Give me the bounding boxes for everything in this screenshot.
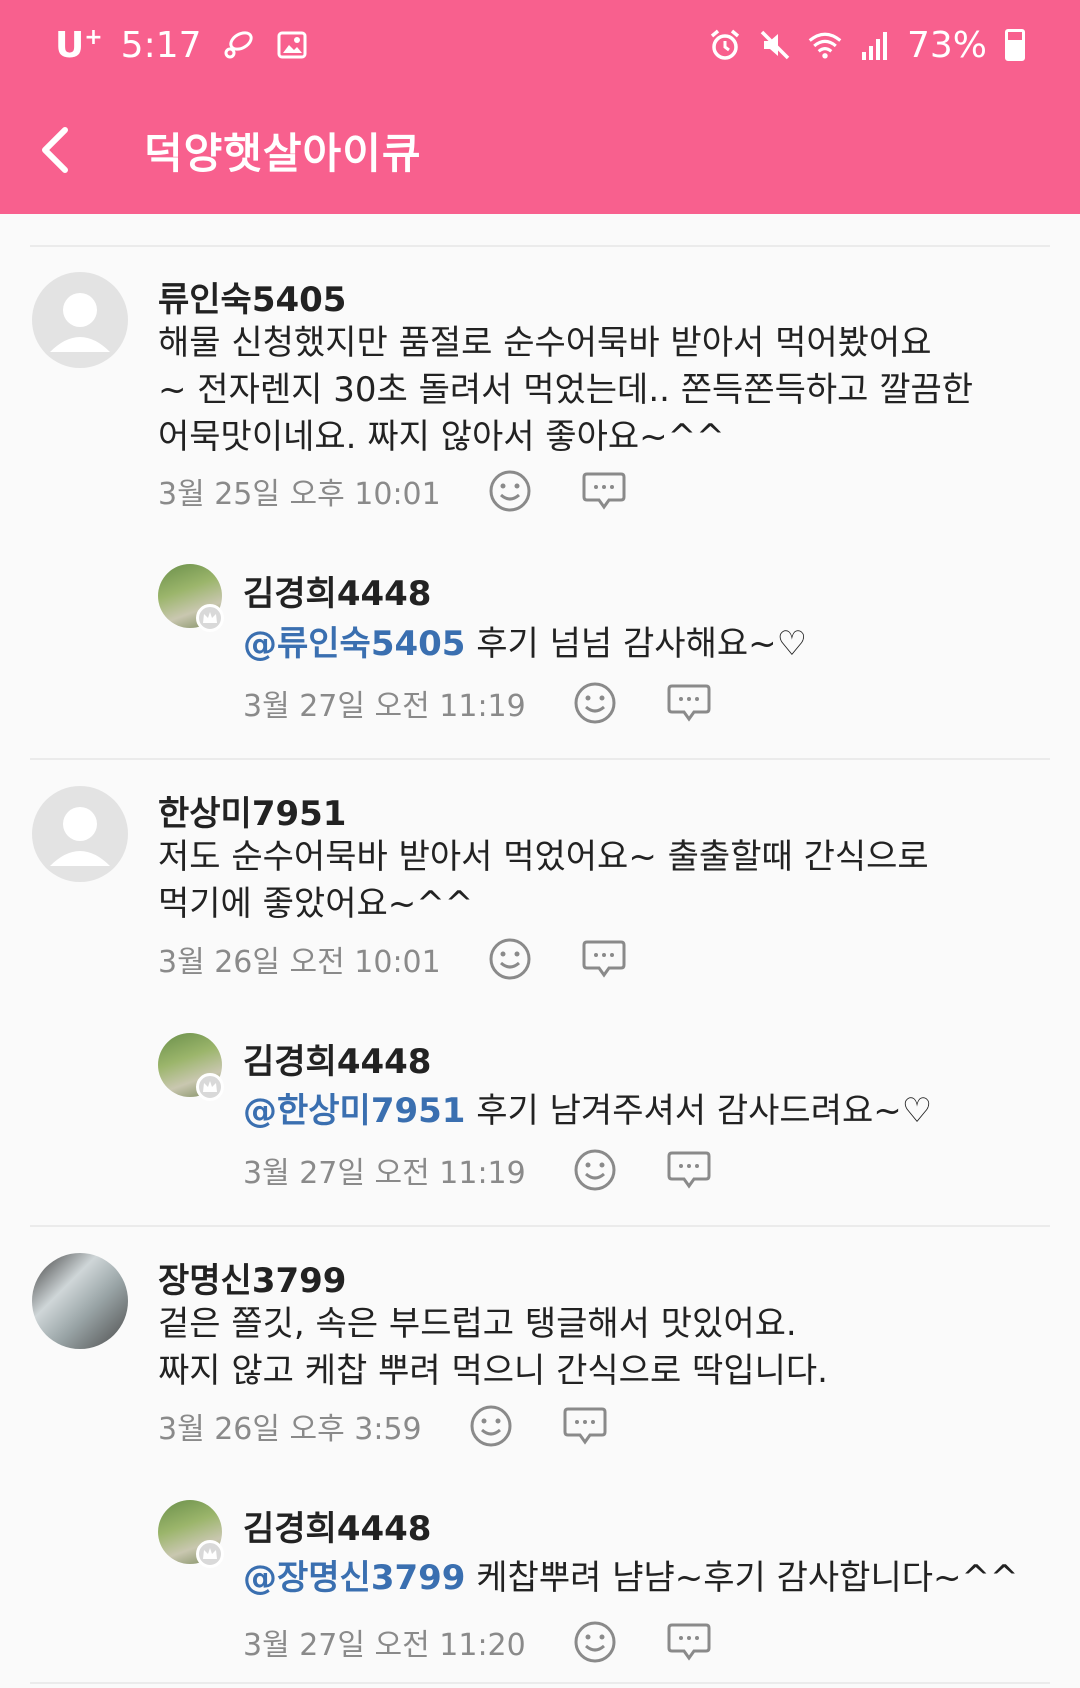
comment-body: 해물 신청했지만 품절로 순수어묵바 받아서 먹어봤어요 ~ 전자렌지 30초 … [158, 323, 974, 457]
smiley-icon [574, 1149, 616, 1191]
comment-body: 저도 순수어묵바 받아서 먹었어요~ 출출할때 간식으로 먹기에 좋았어요~^^ [158, 837, 929, 924]
comment-bubble-icon [667, 1623, 711, 1661]
comment-meta: 3월 26일 오후 3:59 [158, 1401, 610, 1451]
comment-bubble-icon [667, 1151, 711, 1189]
divider [30, 1682, 1050, 1684]
smiley-icon [489, 938, 531, 980]
reply-text: 케찹뿌려 냠냠~후기 감사합니다~^^ [465, 1558, 1019, 1598]
reply-body: @류인숙5405 후기 넘넘 감사해요~♡ [243, 621, 1063, 668]
chevron-left-icon [42, 127, 68, 173]
activity-icon [220, 27, 256, 63]
host-badge [196, 1540, 224, 1568]
wifi-icon [807, 27, 843, 63]
default-user-icon [50, 807, 110, 866]
mute-icon [757, 27, 793, 63]
reply-body: @한상미7951 후기 남겨주셔서 감사드려요~♡ [243, 1088, 1063, 1135]
comment-bubble-icon [582, 472, 626, 510]
reply-button[interactable] [664, 1145, 714, 1195]
reply-button[interactable] [579, 466, 629, 516]
default-user-icon [50, 293, 110, 352]
comment-author[interactable]: 장명신3799 [158, 1253, 346, 1302]
reply-text: 후기 넘넘 감사해요~♡ [465, 624, 808, 664]
reply-meta: 3월 27일 오전 11:20 [243, 1617, 714, 1667]
reply-author[interactable]: 김경희4448 [243, 566, 431, 615]
divider [30, 1225, 1050, 1227]
smiley-icon [489, 470, 531, 512]
reply-button[interactable] [560, 1401, 610, 1451]
divider [30, 245, 1050, 247]
app-bar: U+ 5:17 73% 덕양햇살아이큐 [0, 0, 1080, 214]
comment-bubble-icon [582, 940, 626, 978]
avatar[interactable] [32, 272, 128, 368]
reply-author[interactable]: 김경희4448 [243, 1501, 431, 1550]
divider [30, 758, 1050, 760]
carrier-label: U+ [55, 24, 103, 66]
host-badge [196, 604, 224, 632]
status-bar: U+ 5:17 73% [0, 0, 1080, 90]
alarm-icon [707, 27, 743, 63]
comment-author[interactable]: 류인숙5405 [158, 272, 346, 321]
mention-link[interactable]: @한상미7951 [243, 1091, 465, 1131]
status-time: 5:17 [120, 24, 202, 66]
title-bar: 덕양햇살아이큐 [0, 100, 1080, 200]
comment-time: 3월 25일 오후 10:01 [158, 477, 441, 512]
smiley-icon [470, 1405, 512, 1447]
page-title: 덕양햇살아이큐 [144, 128, 422, 178]
battery-percent: 73% [906, 24, 987, 66]
comment-body: 겉은 쫄깃, 속은 부드럽고 탱글해서 맛있어요. 짜지 않고 케찹 뿌려 먹으… [158, 1304, 828, 1391]
mention-link[interactable]: @장명신3799 [243, 1558, 465, 1598]
reaction-button[interactable] [485, 466, 535, 516]
comment-meta: 3월 26일 오전 10:01 [158, 934, 629, 984]
crown-icon [203, 612, 217, 623]
smiley-icon [574, 1621, 616, 1663]
comment-author[interactable]: 한상미7951 [158, 786, 346, 835]
signal-icon [857, 27, 893, 63]
smiley-icon [574, 682, 616, 724]
reply-button[interactable] [664, 678, 714, 728]
crown-icon [203, 1081, 217, 1092]
comment-time: 3월 26일 오후 3:59 [158, 1412, 422, 1447]
avatar[interactable] [32, 786, 128, 882]
reaction-button[interactable] [570, 1617, 620, 1667]
reply-button[interactable] [664, 1617, 714, 1667]
comment-bubble-icon [563, 1407, 607, 1445]
reply-button[interactable] [579, 934, 629, 984]
avatar[interactable] [32, 1253, 128, 1349]
reaction-button[interactable] [485, 934, 535, 984]
reply-author[interactable]: 김경희4448 [243, 1034, 431, 1083]
reply-time: 3월 27일 오전 11:19 [243, 689, 526, 724]
reply-text: 후기 남겨주셔서 감사드려요~♡ [465, 1091, 933, 1131]
host-badge [196, 1073, 224, 1101]
battery-icon [1005, 29, 1025, 61]
reply-meta: 3월 27일 오전 11:19 [243, 678, 714, 728]
comment-meta: 3월 25일 오후 10:01 [158, 466, 629, 516]
gallery-icon [274, 27, 310, 63]
crown-icon [203, 1548, 217, 1559]
comment-time: 3월 26일 오전 10:01 [158, 945, 441, 980]
back-button[interactable] [0, 100, 110, 200]
reply-time: 3월 27일 오전 11:19 [243, 1156, 526, 1191]
reaction-button[interactable] [570, 678, 620, 728]
reaction-button[interactable] [466, 1401, 516, 1451]
reply-meta: 3월 27일 오전 11:19 [243, 1145, 714, 1195]
comment-bubble-icon [667, 684, 711, 722]
mention-link[interactable]: @류인숙5405 [243, 624, 465, 664]
reaction-button[interactable] [570, 1145, 620, 1195]
reply-body: @장명신3799 케찹뿌려 냠냠~후기 감사합니다~^^ [243, 1555, 1073, 1602]
reply-time: 3월 27일 오전 11:20 [243, 1628, 526, 1663]
